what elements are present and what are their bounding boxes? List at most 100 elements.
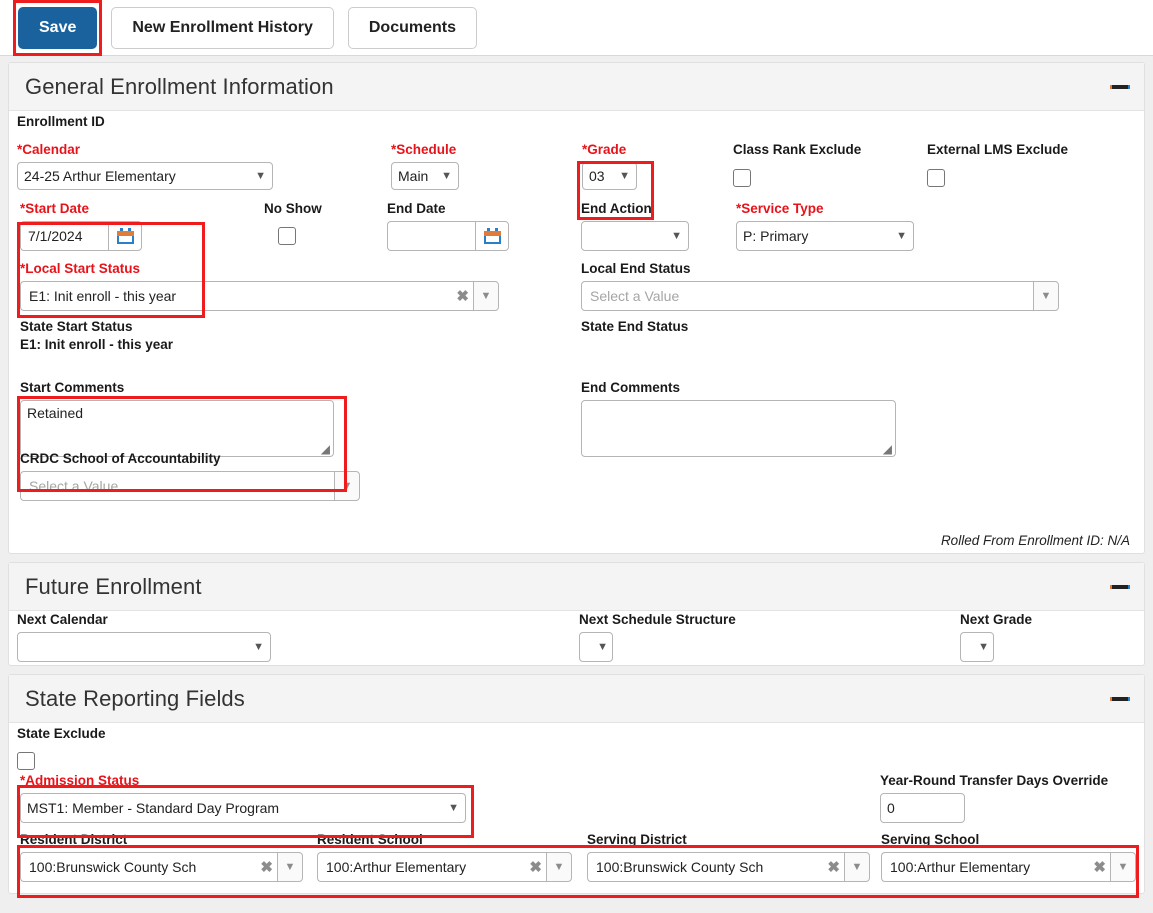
collapse-minus-icon[interactable] <box>1110 84 1130 89</box>
serving-district-select2[interactable]: 100:Brunswick County Sch ✖ ▼ <box>587 852 870 882</box>
admission-status-select[interactable]: MST1: Member - Standard Day Program ▼ <box>20 793 466 823</box>
no-show-label: No Show <box>264 201 322 216</box>
local-end-status-select2[interactable]: Select a Value ▼ <box>581 281 1059 311</box>
service-type-label: *Service Type <box>736 201 824 216</box>
chevron-down-icon: ▼ <box>978 641 989 653</box>
clear-icon[interactable]: ✖ <box>821 858 840 876</box>
end-action-field: End Action ▼ <box>581 200 689 251</box>
schedule-select[interactable]: Main ▼ <box>391 162 459 190</box>
clear-icon[interactable]: ✖ <box>450 287 469 305</box>
end-comments-textarea[interactable]: ◢ <box>581 400 896 457</box>
resident-district-value: 100:Brunswick County Sch <box>29 859 197 875</box>
next-calendar-select[interactable]: ▼ <box>17 632 271 662</box>
schedule-field: *Schedule Main ▼ <box>391 141 459 190</box>
general-enrollment-body: Enrollment ID *Calendar 24-25 Arthur Ele… <box>9 111 1144 554</box>
resident-school-input[interactable]: 100:Arthur Elementary ✖ <box>317 852 546 882</box>
serving-district-label: Serving District <box>587 832 687 847</box>
end-date-calendar-button[interactable] <box>475 221 509 251</box>
state-start-status-field: State Start Status E1: Init enroll - thi… <box>20 318 173 354</box>
year-round-transfer-days-input[interactable]: 0 <box>880 793 965 823</box>
clear-icon[interactable]: ✖ <box>523 858 542 876</box>
next-schedule-structure-select[interactable]: ▼ <box>579 632 613 662</box>
chevron-down-icon[interactable]: ▼ <box>473 281 499 311</box>
resident-district-input[interactable]: 100:Brunswick County Sch ✖ <box>20 852 277 882</box>
collapse-minus-icon[interactable] <box>1110 584 1130 589</box>
class-rank-exclude-field: Class Rank Exclude <box>733 141 861 187</box>
state-reporting-panel: State Reporting Fields State Exclude *Ad… <box>8 674 1145 894</box>
state-end-status-field: State End Status <box>581 318 688 336</box>
grade-select[interactable]: 03 ▼ <box>582 162 637 190</box>
next-grade-field: Next Grade ▼ <box>960 611 1032 662</box>
local-start-status-input[interactable]: E1: Init enroll - this year ✖ <box>20 281 473 311</box>
calendar-select[interactable]: 24-25 Arthur Elementary ▼ <box>17 162 273 190</box>
resident-school-value: 100:Arthur Elementary <box>326 859 467 875</box>
new-enrollment-history-button[interactable]: New Enrollment History <box>111 6 334 49</box>
local-end-status-input[interactable]: Select a Value <box>581 281 1033 311</box>
end-date-label: End Date <box>387 201 446 216</box>
start-comments-textarea[interactable]: Retained ◢ <box>20 400 334 457</box>
crdc-school-label: CRDC School of Accountability <box>20 451 221 466</box>
enrollment-page: Save New Enrollment History Documents Ge… <box>0 0 1153 913</box>
save-button[interactable]: Save <box>18 6 98 49</box>
start-comments-label: Start Comments <box>20 380 125 395</box>
state-exclude-checkbox[interactable] <box>17 752 35 770</box>
local-start-status-select2[interactable]: E1: Init enroll - this year ✖ ▼ <box>20 281 499 311</box>
start-date-input[interactable]: 7/1/2024 <box>20 221 108 251</box>
calendar-selected-value: 24-25 Arthur Elementary <box>24 168 176 184</box>
external-lms-exclude-field: External LMS Exclude <box>927 141 1068 187</box>
resident-school-field: Resident School 100:Arthur Elementary ✖ … <box>317 831 572 882</box>
resident-district-select2[interactable]: 100:Brunswick County Sch ✖ ▼ <box>20 852 303 882</box>
local-start-status-field: *Local Start Status E1: Init enroll - th… <box>20 260 499 311</box>
chevron-down-icon[interactable]: ▼ <box>277 852 303 882</box>
next-grade-select[interactable]: ▼ <box>960 632 994 662</box>
state-exclude-label: State Exclude <box>17 726 106 741</box>
chevron-down-icon[interactable]: ▼ <box>1110 852 1136 882</box>
schedule-selected-value: Main <box>398 168 429 184</box>
clear-icon[interactable]: ✖ <box>1087 858 1106 876</box>
class-rank-exclude-label: Class Rank Exclude <box>733 142 862 157</box>
crdc-school-select2[interactable]: Select a Value ▼ <box>20 471 360 501</box>
external-lms-exclude-checkbox[interactable] <box>927 169 945 187</box>
grade-selected-value: 03 <box>589 168 605 184</box>
chevron-down-icon[interactable]: ▼ <box>334 471 360 501</box>
crdc-school-placeholder: Select a Value <box>29 478 119 494</box>
clear-icon[interactable]: ✖ <box>254 858 273 876</box>
start-comments-value: Retained <box>27 405 84 421</box>
end-date-input[interactable] <box>387 221 475 251</box>
serving-school-select2[interactable]: 100:Arthur Elementary ✖ ▼ <box>881 852 1136 882</box>
end-action-select[interactable]: ▼ <box>581 221 689 251</box>
resident-district-label: Resident District <box>20 832 128 847</box>
calendar-icon <box>483 228 501 244</box>
state-reporting-body: State Exclude *Admission Status MST1: Me… <box>9 723 1144 894</box>
class-rank-exclude-checkbox[interactable] <box>733 169 751 187</box>
collapse-minus-icon[interactable] <box>1110 696 1130 701</box>
enrollment-id-field: Enrollment ID <box>17 113 105 131</box>
end-date-input-group[interactable] <box>387 221 509 251</box>
next-schedule-structure-field: Next Schedule Structure ▼ <box>579 611 736 662</box>
chevron-down-icon[interactable]: ▼ <box>546 852 572 882</box>
resident-school-label: Resident School <box>317 832 423 847</box>
next-calendar-label: Next Calendar <box>17 612 108 627</box>
general-enrollment-header: General Enrollment Information <box>9 63 1144 111</box>
crdc-school-input[interactable]: Select a Value <box>20 471 334 501</box>
year-round-transfer-days-value: 0 <box>887 800 895 816</box>
resize-grip-icon[interactable]: ◢ <box>883 443 892 455</box>
calendar-icon <box>116 228 134 244</box>
service-type-select[interactable]: P: Primary ▼ <box>736 221 914 251</box>
chevron-down-icon[interactable]: ▼ <box>844 852 870 882</box>
local-end-status-label: Local End Status <box>581 261 691 276</box>
serving-district-input[interactable]: 100:Brunswick County Sch ✖ <box>587 852 844 882</box>
start-date-label: *Start Date <box>20 201 90 216</box>
admission-status-selected-value: MST1: Member - Standard Day Program <box>27 800 280 816</box>
no-show-checkbox[interactable] <box>278 227 296 245</box>
chevron-down-icon: ▼ <box>619 170 630 182</box>
action-toolbar: Save New Enrollment History Documents <box>0 0 1153 56</box>
start-date-calendar-button[interactable] <box>108 221 142 251</box>
external-lms-exclude-label: External LMS Exclude <box>927 142 1069 157</box>
serving-school-input[interactable]: 100:Arthur Elementary ✖ <box>881 852 1110 882</box>
resident-school-select2[interactable]: 100:Arthur Elementary ✖ ▼ <box>317 852 572 882</box>
rolled-from-enrollment-id: Rolled From Enrollment ID: N/A <box>940 533 1130 548</box>
documents-button[interactable]: Documents <box>347 6 477 49</box>
chevron-down-icon[interactable]: ▼ <box>1033 281 1059 311</box>
start-date-input-group[interactable]: 7/1/2024 <box>20 221 142 251</box>
